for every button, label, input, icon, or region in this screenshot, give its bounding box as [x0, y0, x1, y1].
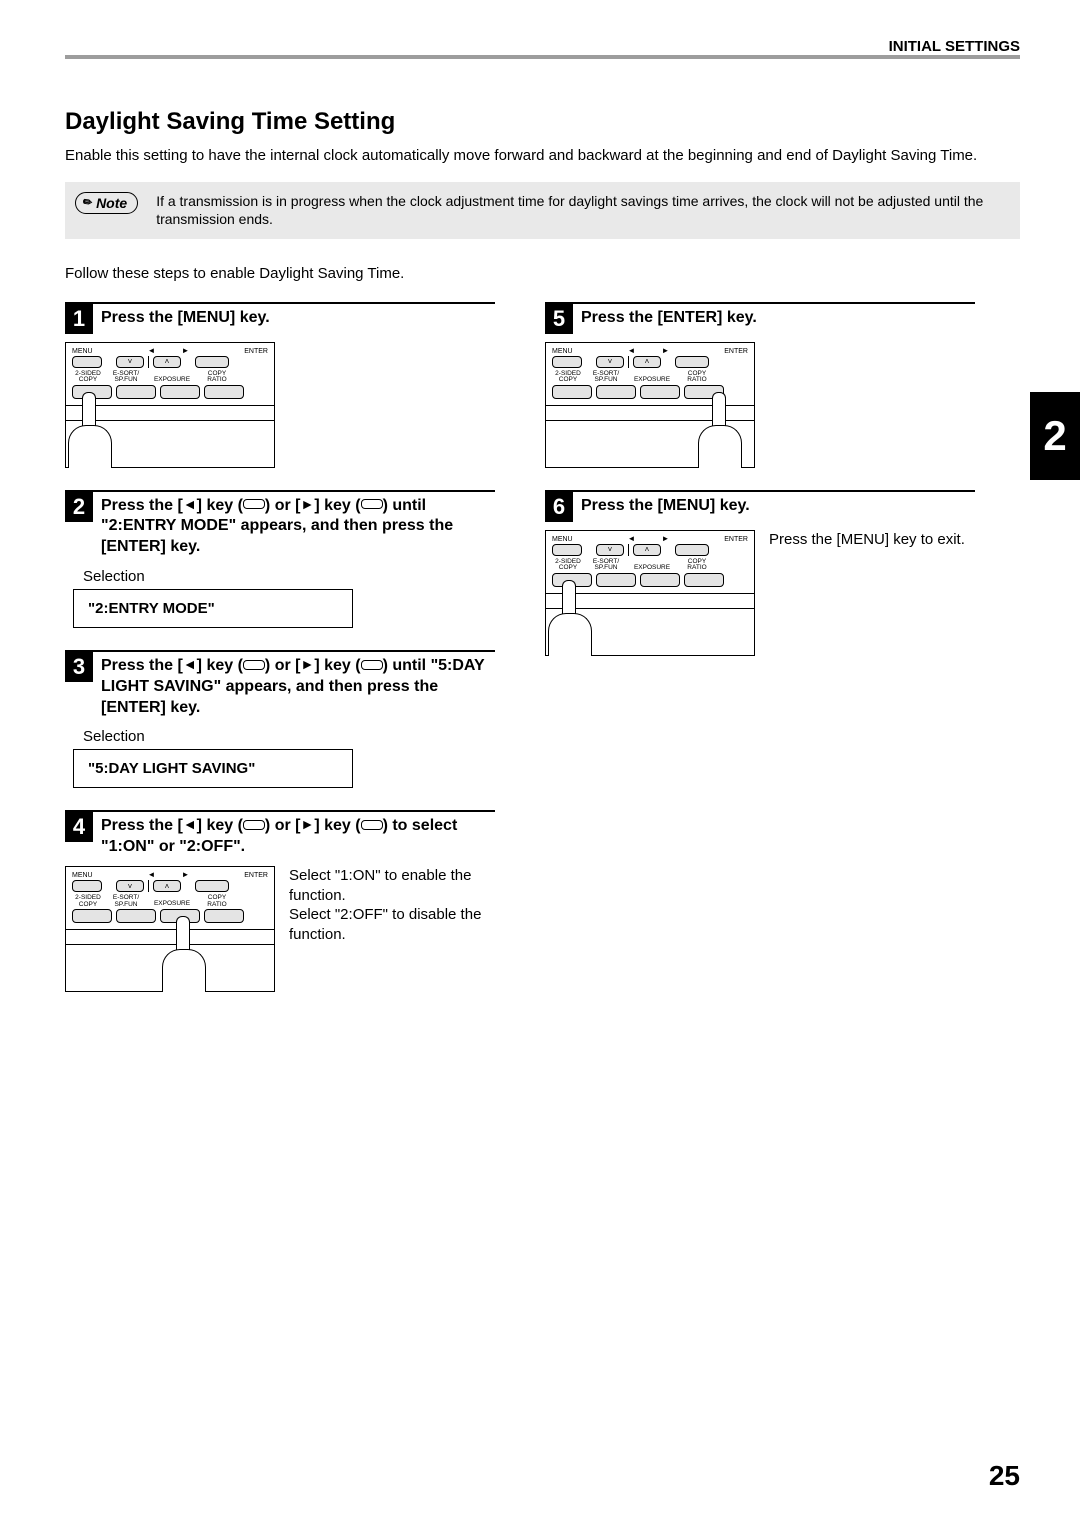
- step-number: 2: [65, 492, 93, 522]
- triangle-left-icon: ◄: [183, 656, 197, 672]
- triangle-right-icon: ►: [300, 496, 314, 512]
- triangle-left-icon: ◄: [183, 816, 197, 832]
- step-3: 3 Press the [◄] key () or [►] key () unt…: [65, 650, 495, 788]
- panel-fn-button: [72, 909, 112, 923]
- key-icon: [243, 660, 265, 670]
- control-panel-diagram: MENU ◄ ► ENTER ˅ ˄: [65, 866, 275, 992]
- step-title: Press the [◄] key () or [►] key () until…: [101, 652, 495, 718]
- key-icon: [243, 820, 265, 830]
- step-number: 4: [65, 812, 93, 842]
- step-number: 5: [545, 304, 573, 334]
- key-icon: [361, 660, 383, 670]
- panel-down-button: ˅: [596, 544, 624, 556]
- page-title: Daylight Saving Time Setting: [65, 108, 1020, 136]
- panel-enter-button: [675, 356, 709, 368]
- panel-down-button: ˅: [116, 356, 144, 368]
- step-1: 1 Press the [MENU] key. MENU ◄ ► ENTER: [65, 302, 495, 468]
- panel-fn-button: [640, 573, 680, 587]
- panel-label-menu: MENU: [72, 872, 93, 879]
- panel-up-button: ˄: [153, 356, 181, 368]
- panel-menu-button: [552, 544, 582, 556]
- chapter-tab: 2: [1030, 392, 1080, 480]
- step-title: Press the [ENTER] key.: [581, 304, 757, 329]
- header-rule: [65, 55, 1020, 59]
- triangle-right-icon: ►: [300, 816, 314, 832]
- step-title: Press the [◄] key () or [►] key () until…: [101, 492, 495, 558]
- panel-label-enter: ENTER: [244, 872, 268, 879]
- panel-fn-button: [160, 385, 200, 399]
- triangle-right-icon: ►: [181, 870, 189, 879]
- panel-label-exposure: EXPOSURE: [148, 371, 196, 384]
- right-column: 5 Press the [ENTER] key. MENU ◄► ENTER: [545, 302, 975, 1014]
- panel-menu-button: [72, 356, 102, 368]
- step-number: 6: [545, 492, 573, 522]
- triangle-right-icon: ►: [300, 656, 314, 672]
- panel-fn-button: [640, 385, 680, 399]
- follow-text: Follow these steps to enable Daylight Sa…: [65, 265, 1020, 282]
- step-4: 4 Press the [◄] key () or [►] key () to …: [65, 810, 495, 992]
- step-title: Press the [MENU] key.: [101, 304, 270, 329]
- selection-label: Selection: [83, 568, 495, 585]
- panel-up-button: ˄: [633, 356, 661, 368]
- selection-label: Selection: [83, 728, 495, 745]
- finger-icon: [162, 916, 204, 992]
- key-icon: [361, 820, 383, 830]
- panel-menu-button: [72, 880, 102, 892]
- selection-value: "2:ENTRY MODE": [73, 589, 353, 628]
- panel-up-button: ˄: [153, 880, 181, 892]
- step-2: 2 Press the [◄] key () or [►] key () unt…: [65, 490, 495, 628]
- step-body-text: Press the [MENU] key to exit.: [769, 530, 975, 550]
- panel-label-spfun: SP.FUN: [110, 377, 142, 384]
- panel-fn-button: [596, 573, 636, 587]
- step-body-text: Select "1:ON" to enable the function. Se…: [289, 866, 495, 944]
- panel-up-button: ˄: [633, 544, 661, 556]
- panel-enter-button: [195, 880, 229, 892]
- step-title: Press the [◄] key () or [►] key () to se…: [101, 812, 495, 858]
- panel-enter-button: [195, 356, 229, 368]
- panel-fn-button: [116, 385, 156, 399]
- panel-label-copy: COPY: [72, 377, 104, 384]
- step-6: 6 Press the [MENU] key. MENU ◄► ENTER: [545, 490, 975, 656]
- control-panel-diagram: MENU ◄► ENTER ˅ ˄: [545, 530, 755, 656]
- note-label: Note: [96, 195, 127, 211]
- panel-fn-button: [552, 385, 592, 399]
- triangle-right-icon: ►: [181, 346, 189, 355]
- panel-fn-button: [204, 385, 244, 399]
- panel-label-enter: ENTER: [244, 348, 268, 355]
- panel-down-button: ˅: [116, 880, 144, 892]
- panel-label-menu: MENU: [72, 348, 93, 355]
- triangle-left-icon: ◄: [183, 496, 197, 512]
- selection-value: "5:DAY LIGHT SAVING": [73, 749, 353, 788]
- left-column: 1 Press the [MENU] key. MENU ◄ ► ENTER: [65, 302, 495, 1014]
- pencil-icon: ✎: [79, 195, 96, 212]
- page-number: 25: [989, 1460, 1020, 1492]
- panel-fn-button: [204, 909, 244, 923]
- panel-fn-button: [596, 385, 636, 399]
- panel-fn-button: [684, 573, 724, 587]
- intro-text: Enable this setting to have the internal…: [65, 146, 1020, 166]
- note-box: ✎ Note If a transmission is in progress …: [65, 182, 1020, 238]
- finger-icon: [68, 392, 110, 468]
- section-header: INITIAL SETTINGS: [889, 38, 1020, 55]
- control-panel-diagram: MENU ◄► ENTER ˅ ˄: [545, 342, 755, 468]
- finger-icon: [698, 392, 740, 468]
- panel-enter-button: [675, 544, 709, 556]
- step-title: Press the [MENU] key.: [581, 492, 750, 517]
- step-number: 3: [65, 652, 93, 682]
- panel-down-button: ˅: [596, 356, 624, 368]
- step-5: 5 Press the [ENTER] key. MENU ◄► ENTER: [545, 302, 975, 468]
- key-icon: [361, 499, 383, 509]
- triangle-left-icon: ◄: [148, 870, 156, 879]
- panel-label-ratio: RATIO: [202, 377, 232, 384]
- note-text: If a transmission is in progress when th…: [156, 192, 1006, 228]
- control-panel-diagram: MENU ◄ ► ENTER ˅ ˄: [65, 342, 275, 468]
- key-icon: [243, 499, 265, 509]
- panel-fn-button: [116, 909, 156, 923]
- triangle-left-icon: ◄: [148, 346, 156, 355]
- finger-icon: [548, 580, 590, 656]
- step-number: 1: [65, 304, 93, 334]
- note-pill: ✎ Note: [75, 192, 138, 214]
- panel-menu-button: [552, 356, 582, 368]
